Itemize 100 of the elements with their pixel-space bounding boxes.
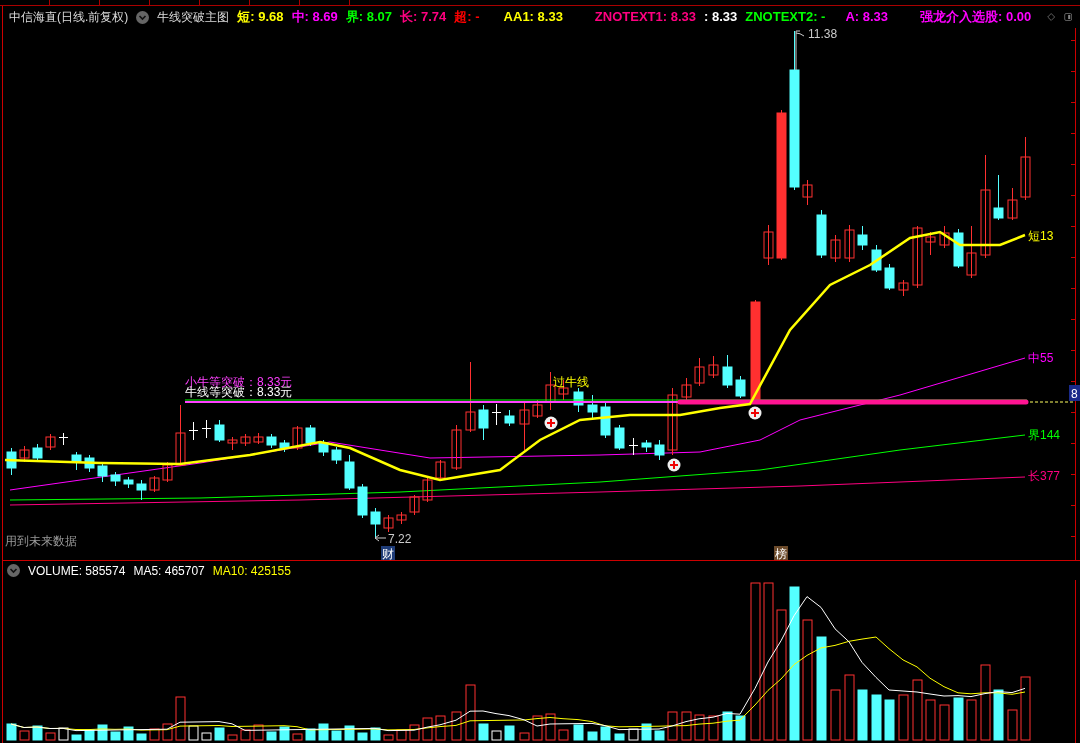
high-price-label: 11.38 bbox=[795, 28, 838, 71]
event-marker[interactable]: 榜 bbox=[774, 546, 788, 560]
candlestick bbox=[6, 447, 17, 476]
indicator-value: 超: - bbox=[454, 8, 480, 27]
candlestick bbox=[344, 454, 355, 491]
candlestick bbox=[58, 432, 69, 446]
security-name: 中信海直(日线.前复权) bbox=[9, 9, 129, 26]
indicator-value: : 8.33 bbox=[704, 8, 738, 27]
candlestick bbox=[409, 494, 420, 516]
low-price-label: 7.22 bbox=[374, 532, 412, 546]
candlestick bbox=[871, 244, 882, 273]
candlestick bbox=[370, 507, 381, 539]
candlestick bbox=[84, 454, 95, 473]
candlestick bbox=[614, 424, 625, 451]
indicator-value: ZNOTEXT2: - bbox=[745, 8, 826, 27]
indicator-value: 界: 8.07 bbox=[345, 8, 393, 27]
candlestick bbox=[681, 377, 692, 401]
breakout-text: 牛线等突破：8.33元 bbox=[185, 385, 293, 399]
candlestick bbox=[227, 436, 238, 451]
candlestick bbox=[253, 432, 264, 445]
candlestick bbox=[641, 439, 652, 453]
candlestick bbox=[71, 451, 82, 471]
candlestick bbox=[478, 404, 489, 441]
indicator-value: ZNOTEXT1: 8.33 bbox=[594, 8, 696, 27]
candlestick bbox=[722, 354, 733, 389]
candlestick bbox=[292, 425, 303, 451]
candlestick bbox=[357, 483, 368, 519]
candlestick bbox=[149, 475, 160, 493]
candlestick bbox=[451, 424, 462, 471]
candlestick bbox=[519, 401, 530, 451]
candlestick bbox=[830, 234, 841, 263]
candlestick bbox=[188, 421, 199, 441]
candlestick bbox=[266, 433, 277, 449]
candlestick bbox=[802, 179, 813, 206]
buy-signal-icon bbox=[544, 416, 558, 430]
candlestick bbox=[201, 419, 212, 439]
volume-value: MA10: 425155 bbox=[212, 562, 291, 580]
dropdown-icon[interactable] bbox=[136, 10, 150, 24]
candlestick bbox=[435, 459, 446, 481]
candlestick bbox=[694, 357, 705, 387]
warning-note: 用到未来数据 bbox=[5, 534, 77, 548]
diamond-icon[interactable] bbox=[1047, 11, 1056, 23]
candlestick bbox=[331, 446, 342, 465]
dropdown-icon[interactable] bbox=[7, 564, 20, 577]
candlestick bbox=[993, 174, 1004, 221]
candlestick bbox=[1007, 187, 1018, 221]
indicator-value: 长: 7.74 bbox=[400, 8, 447, 27]
panel-icon[interactable] bbox=[1063, 11, 1072, 23]
candlestick bbox=[857, 225, 868, 251]
candlestick bbox=[898, 279, 909, 297]
candlestick bbox=[884, 263, 895, 291]
candlestick bbox=[97, 461, 108, 483]
line-label: 中55 bbox=[1028, 351, 1054, 365]
candlestick bbox=[396, 511, 407, 525]
candlestick bbox=[925, 231, 936, 256]
line-label: 短13 bbox=[1028, 229, 1054, 243]
candlestick bbox=[32, 443, 43, 461]
candlestick bbox=[600, 402, 611, 439]
candlestick bbox=[305, 424, 316, 447]
candlestick bbox=[763, 224, 774, 266]
price-tag: 8 bbox=[1069, 385, 1080, 401]
candlestick bbox=[136, 479, 147, 501]
candlestick bbox=[279, 439, 290, 453]
line-label: 长377 bbox=[1028, 469, 1061, 483]
candlestick bbox=[1020, 136, 1031, 201]
candlestick bbox=[844, 224, 855, 263]
candlestick bbox=[708, 355, 719, 379]
candlestick bbox=[465, 361, 476, 433]
candlestick bbox=[816, 209, 827, 259]
candlestick bbox=[175, 404, 186, 467]
line-label: 界144 bbox=[1028, 428, 1061, 442]
buy-signal-icon bbox=[748, 406, 762, 420]
candlestick bbox=[966, 225, 977, 279]
candlestick bbox=[912, 225, 923, 289]
candlestick bbox=[573, 387, 584, 413]
candlestick bbox=[939, 225, 950, 249]
indicator-value: A: 8.33 bbox=[845, 8, 889, 27]
event-marker[interactable]: 财 bbox=[381, 546, 395, 560]
indicator-value: 中: 8.69 bbox=[291, 8, 338, 27]
dashed-line bbox=[1029, 401, 1074, 403]
candlestick bbox=[654, 439, 665, 461]
indicator-value: 强龙介入选股: 0.00 bbox=[920, 8, 1032, 27]
candlestick bbox=[953, 228, 964, 269]
candlestick bbox=[735, 375, 746, 399]
candlestick bbox=[422, 475, 433, 503]
buy-signal-icon bbox=[667, 458, 681, 472]
candlestick bbox=[491, 403, 502, 426]
candlestick bbox=[240, 433, 251, 447]
candlestick bbox=[45, 433, 56, 451]
candlestick bbox=[667, 387, 678, 456]
candlestick bbox=[214, 419, 225, 443]
candlestick bbox=[628, 437, 639, 456]
indicator-name: 牛线突破主图 bbox=[157, 9, 230, 26]
volume-value: MA5: 465707 bbox=[133, 562, 205, 580]
candlestick bbox=[123, 476, 134, 489]
signal-label: 过牛线 bbox=[553, 375, 589, 389]
candlestick bbox=[383, 514, 394, 533]
candlestick bbox=[318, 439, 329, 457]
candlestick bbox=[110, 471, 121, 487]
candlestick bbox=[504, 409, 515, 427]
